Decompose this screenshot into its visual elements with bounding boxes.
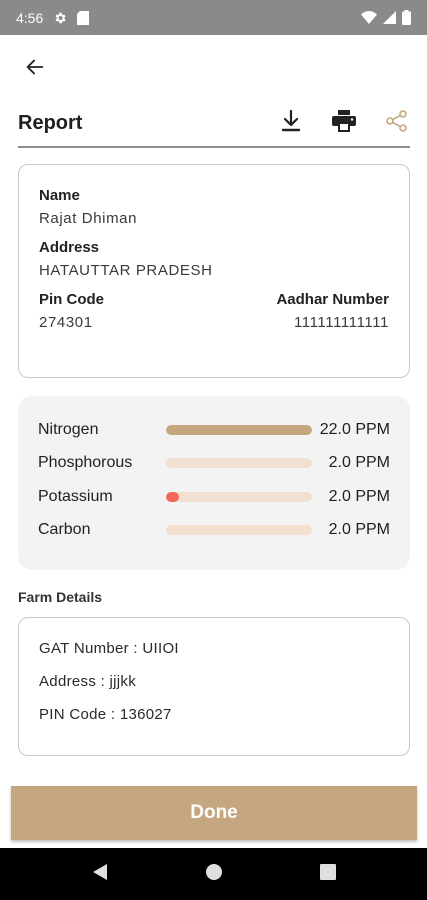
nutrient-row: Nitrogen 22.0 PPM [38,413,390,447]
done-button[interactable]: Done [11,786,417,840]
farm-pin-code: PIN Code : 136027 [39,706,172,723]
nutrient-name: Carbon [38,521,91,539]
name-value: Rajat Dhiman [39,210,138,227]
nutrient-value: 2.0 PPM [328,487,390,505]
header-actions [278,109,410,137]
sd-card-icon [77,10,90,25]
pin-value: 274301 [39,314,93,331]
nutrient-bar-fill [166,491,180,502]
nav-back-button[interactable] [88,862,112,886]
status-time: 4:56 [16,9,44,26]
system-nav-bar [0,848,427,900]
print-button[interactable] [331,109,357,137]
nutrient-name: Phosphorous [38,454,133,472]
nutrient-bar-track [166,525,312,536]
gat-number: GAT Number : UIIOI [39,640,179,657]
back-button[interactable] [20,54,50,84]
address-field: Address HATAUTTAR PRADESH [39,239,389,279]
share-icon [386,109,408,137]
nutrient-bar-track [166,458,312,469]
nutrient-name: Potassium [38,487,113,505]
nutrient-bar-fill [166,424,312,435]
signal-icon [383,11,396,24]
pin-aadhar-row: Pin Code 274301 Aadhar Number 1111111111… [39,291,389,331]
nutrient-value: 2.0 PPM [328,521,390,539]
status-bar: 4:56 [0,0,427,35]
nav-recents-square-icon [319,863,336,885]
battery-icon [402,10,411,25]
share-button[interactable] [384,109,410,137]
nutrients-card: Nitrogen 22.0 PPM Phosphorous 2.0 PPM Po… [18,396,410,570]
nav-back-triangle-icon [92,863,108,886]
farm-details-card: GAT Number : UIIOI Address : jjjkk PIN C… [18,617,410,756]
printer-icon [332,109,356,137]
address-label: Address [39,239,100,256]
address-value: HATAUTTAR PRADESH [39,262,213,279]
nutrient-row: Phosphorous 2.0 PPM [38,447,390,481]
nav-recents-button[interactable] [316,862,340,886]
nav-home-circle-icon [205,863,223,886]
nutrient-value: 22.0 PPM [319,420,390,438]
nutrient-value: 2.0 PPM [328,454,390,472]
nutrient-row: Carbon 2.0 PPM [38,514,390,548]
farm-address: Address : jjjkk [39,673,137,690]
nutrient-bar-track [166,424,312,435]
download-icon [281,109,301,137]
page-title: Report [18,111,83,134]
name-label: Name [39,187,80,204]
nutrient-name: Nitrogen [38,420,99,438]
nav-home-button[interactable] [202,862,226,886]
report-header: Report [18,100,410,148]
nutrient-row: Potassium 2.0 PPM [38,480,390,514]
pin-label: Pin Code [39,291,105,308]
aadhar-value: 111111111111 [293,314,389,331]
aadhar-field: Aadhar Number 111111111111 [276,291,389,331]
farm-details-heading: Farm Details [18,589,103,605]
wifi-icon [361,11,377,24]
settings-gear-icon [53,11,67,25]
arrow-left-icon [24,56,46,83]
user-details-card: Name Rajat Dhiman Address HATAUTTAR PRAD… [18,164,410,378]
download-button[interactable] [278,109,304,137]
nutrient-bar-track [166,491,312,502]
pin-field: Pin Code 274301 [39,291,104,331]
name-field: Name Rajat Dhiman [39,187,389,227]
aadhar-label: Aadhar Number [276,291,389,308]
